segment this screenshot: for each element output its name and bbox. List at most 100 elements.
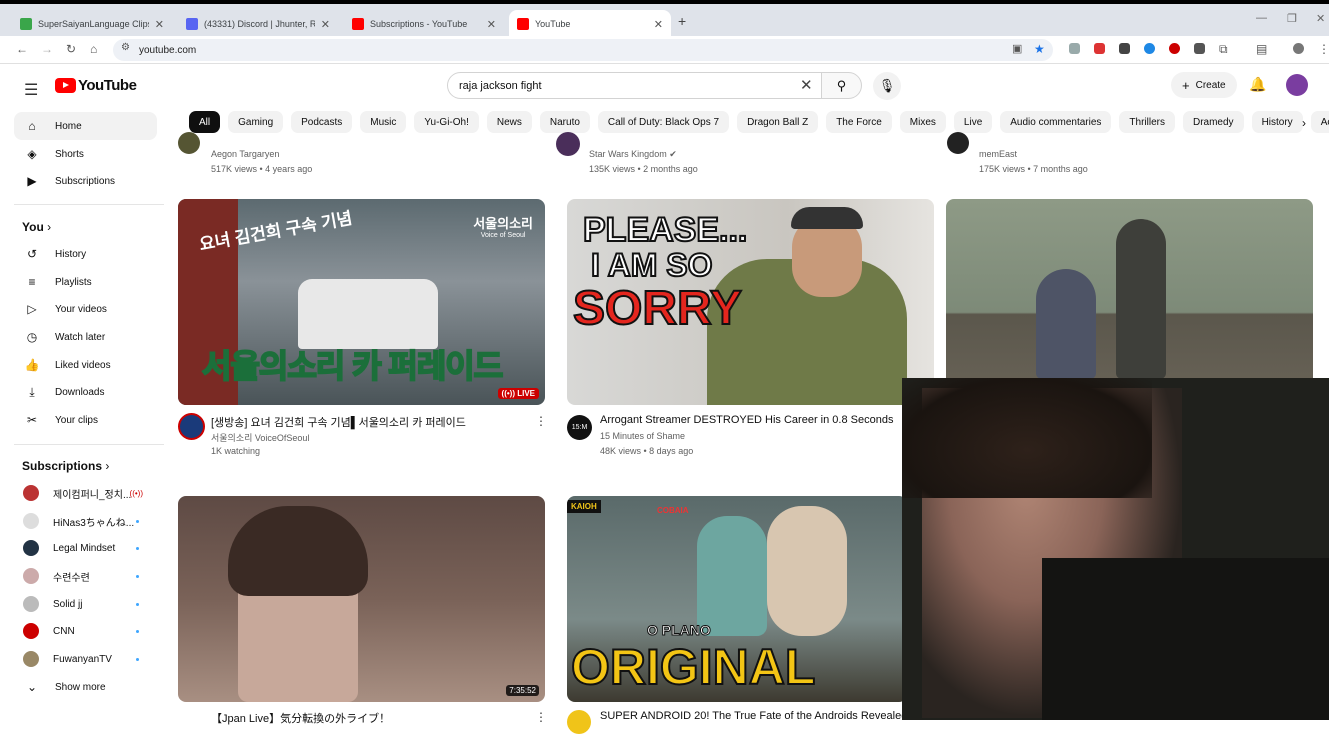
close-icon[interactable]: ✕	[654, 18, 663, 31]
subscription-item[interactable]: FuwanyanTV	[14, 645, 157, 673]
extensions-puzzle-icon[interactable]: ⧉	[1219, 42, 1228, 57]
sidebar-item-your-clips[interactable]: ✂ Your clips	[14, 406, 157, 434]
search-input[interactable]: raja jackson fight	[447, 72, 822, 99]
show-more-button[interactable]: ⌄ Show more	[14, 673, 157, 701]
browser-tab[interactable]: Subscriptions - YouTube ✕	[344, 10, 504, 38]
channel-avatar[interactable]: 15:M	[567, 415, 592, 440]
window-close-icon[interactable]: ✕	[1316, 12, 1325, 25]
profile-avatar[interactable]	[1293, 43, 1304, 54]
subscription-item[interactable]: Legal Mindset	[14, 534, 157, 562]
video-thumbnail[interactable]: 요녀 김건희 구속 기념 서울의소리 Voice of Seoul 서울의소리 카…	[178, 199, 545, 405]
filter-chip[interactable]: All	[189, 111, 221, 133]
filter-chip[interactable]: Mixes	[899, 111, 946, 133]
filter-chip[interactable]: Call of Duty: Black Ops 7	[597, 111, 730, 133]
cast-icon[interactable]: ▣	[1012, 42, 1022, 55]
filter-chip[interactable]: Naruto	[539, 111, 590, 133]
filter-chip[interactable]: Yu-Gi-Oh!	[414, 111, 479, 133]
bookmark-star-icon[interactable]: ★	[1034, 42, 1045, 56]
channel-avatar[interactable]	[567, 710, 591, 734]
video-thumbnail[interactable]	[946, 199, 1313, 405]
filter-chip[interactable]: Dramedy	[1182, 111, 1244, 133]
adblock-icon[interactable]	[1094, 43, 1105, 54]
browser-tab[interactable]: (43331) Discord | Jhunter, R ✕	[178, 10, 338, 38]
sidebar-item-watch-later[interactable]: ◷ Watch later	[14, 323, 157, 351]
minimize-icon[interactable]: —	[1256, 12, 1267, 24]
subscription-item[interactable]: 수련수련	[14, 562, 157, 590]
subscription-item[interactable]: Solid jj	[14, 590, 157, 618]
channel-name[interactable]: Star Wars Kingdom ✔	[589, 149, 677, 160]
shield-icon[interactable]	[1194, 43, 1205, 54]
subscription-item[interactable]: 제이컴퍼니_정치... ((•))	[14, 479, 157, 507]
video-thumbnail[interactable]: PLEASE... I AM SO SORRY	[567, 199, 934, 405]
extension-icon[interactable]	[1069, 43, 1080, 54]
filter-chip[interactable]: Music	[360, 111, 407, 133]
subscription-item[interactable]: CNN	[14, 617, 157, 645]
reload-icon[interactable]: ↻	[66, 42, 76, 56]
filter-chip[interactable]: History	[1251, 111, 1303, 133]
close-icon[interactable]: ✕	[321, 18, 330, 31]
sidebar-item-history[interactable]: ↺ History	[14, 240, 157, 268]
filter-chip[interactable]: Live	[953, 111, 993, 133]
sidebar-item-playlists[interactable]: ≡ Playlists	[14, 268, 157, 296]
more-options-icon[interactable]: ⋮	[535, 710, 547, 724]
filter-chip[interactable]: The Force	[826, 111, 892, 133]
sidebar-item-home[interactable]: ⌂ Home	[14, 112, 157, 140]
channel-name[interactable]: 15 Minutes of Shame	[600, 431, 685, 441]
subscriptions-section-header[interactable]: Subscriptions ›	[22, 459, 109, 473]
filter-chip[interactable]: Gaming	[228, 111, 284, 133]
sidebar-item-liked-videos[interactable]: 👍 Liked videos	[14, 351, 157, 379]
extension-icon[interactable]	[1144, 43, 1155, 54]
chevron-right-icon[interactable]: ›	[1302, 116, 1306, 130]
video-thumbnail[interactable]: KAIOH COBAIA O PLANO ORIGINAL	[567, 496, 907, 702]
channel-avatar[interactable]	[178, 413, 205, 440]
voice-search-button[interactable]: 🎙	[873, 72, 901, 100]
browser-tab-active[interactable]: YouTube ✕	[509, 10, 671, 38]
filter-chip[interactable]: Thrillers	[1119, 111, 1175, 133]
video-title[interactable]: SUPER ANDROID 20! The True Fate of the A…	[600, 710, 907, 722]
sidebar-item-shorts[interactable]: ◈ Shorts	[14, 140, 157, 168]
more-options-icon[interactable]: ⋮	[535, 414, 547, 428]
url-field[interactable]: youtube.com	[113, 39, 1053, 61]
sidepanel-icon[interactable]: ▤	[1256, 42, 1267, 56]
browser-menu-icon[interactable]: ⋮	[1318, 42, 1329, 56]
filter-chip[interactable]: Podcasts	[291, 111, 353, 133]
youtube-logo[interactable]: YouTube	[55, 77, 137, 94]
browser-tab[interactable]: SuperSaiyanLanguage Clips - V ✕	[12, 10, 172, 38]
hamburger-menu-icon[interactable]: ☰	[24, 80, 38, 100]
create-button[interactable]: + Create	[1171, 72, 1237, 98]
video-title[interactable]: Arrogant Streamer DESTROYED His Career i…	[600, 414, 893, 426]
channel-name[interactable]: 서울의소리 VoiceOfSeoul	[211, 431, 309, 444]
filter-chip[interactable]: News	[486, 111, 532, 133]
filter-chip[interactable]: Action-adv	[1310, 111, 1329, 133]
filter-chip[interactable]: Dragon Ball Z	[737, 111, 819, 133]
new-tab-icon[interactable]: +	[678, 13, 686, 29]
close-icon[interactable]: ✕	[155, 18, 164, 31]
notifications-bell-icon[interactable]: 🔔	[1249, 76, 1266, 93]
filter-chip[interactable]: Audio commentaries	[1000, 111, 1112, 133]
video-title[interactable]: [생방송] 요녀 김건희 구속 기념▌서울의소리 카 퍼레이드	[211, 414, 466, 430]
channel-avatar[interactable]	[556, 132, 580, 156]
clear-search-icon[interactable]: ✕	[800, 76, 813, 94]
video-thumbnail[interactable]: 7:35:52	[178, 496, 545, 702]
site-info-icon[interactable]: ⚙	[121, 42, 130, 53]
search-button[interactable]: ⚲	[821, 72, 862, 99]
video-title[interactable]: 【Jpan Live】気分転換の外ライブ！	[211, 710, 390, 726]
home-button-icon[interactable]: ⌂	[90, 42, 97, 56]
back-icon[interactable]: ←	[16, 42, 28, 56]
channel-name[interactable]: memEast	[979, 149, 1017, 159]
extension-icon[interactable]	[1169, 43, 1180, 54]
channel-name[interactable]: Aegon Targaryen	[211, 149, 279, 159]
maximize-icon[interactable]: ❐	[1287, 12, 1297, 25]
channel-avatar[interactable]	[178, 132, 200, 154]
channel-avatar[interactable]	[178, 710, 202, 734]
close-icon[interactable]: ✕	[487, 18, 496, 31]
sidebar-item-downloads[interactable]: ⤓ Downloads	[14, 378, 157, 406]
channel-avatar[interactable]	[947, 132, 969, 154]
extension-icon[interactable]	[1119, 43, 1130, 54]
forward-icon[interactable]: →	[41, 42, 53, 56]
subscription-item[interactable]: HiNas3ちゃんね...	[14, 507, 157, 535]
you-section-header[interactable]: You ›	[22, 220, 51, 234]
account-avatar[interactable]	[1286, 74, 1308, 96]
sidebar-item-your-videos[interactable]: ▷ Your videos	[14, 295, 157, 323]
sidebar-item-subscriptions[interactable]: ▶ Subscriptions	[14, 167, 157, 195]
